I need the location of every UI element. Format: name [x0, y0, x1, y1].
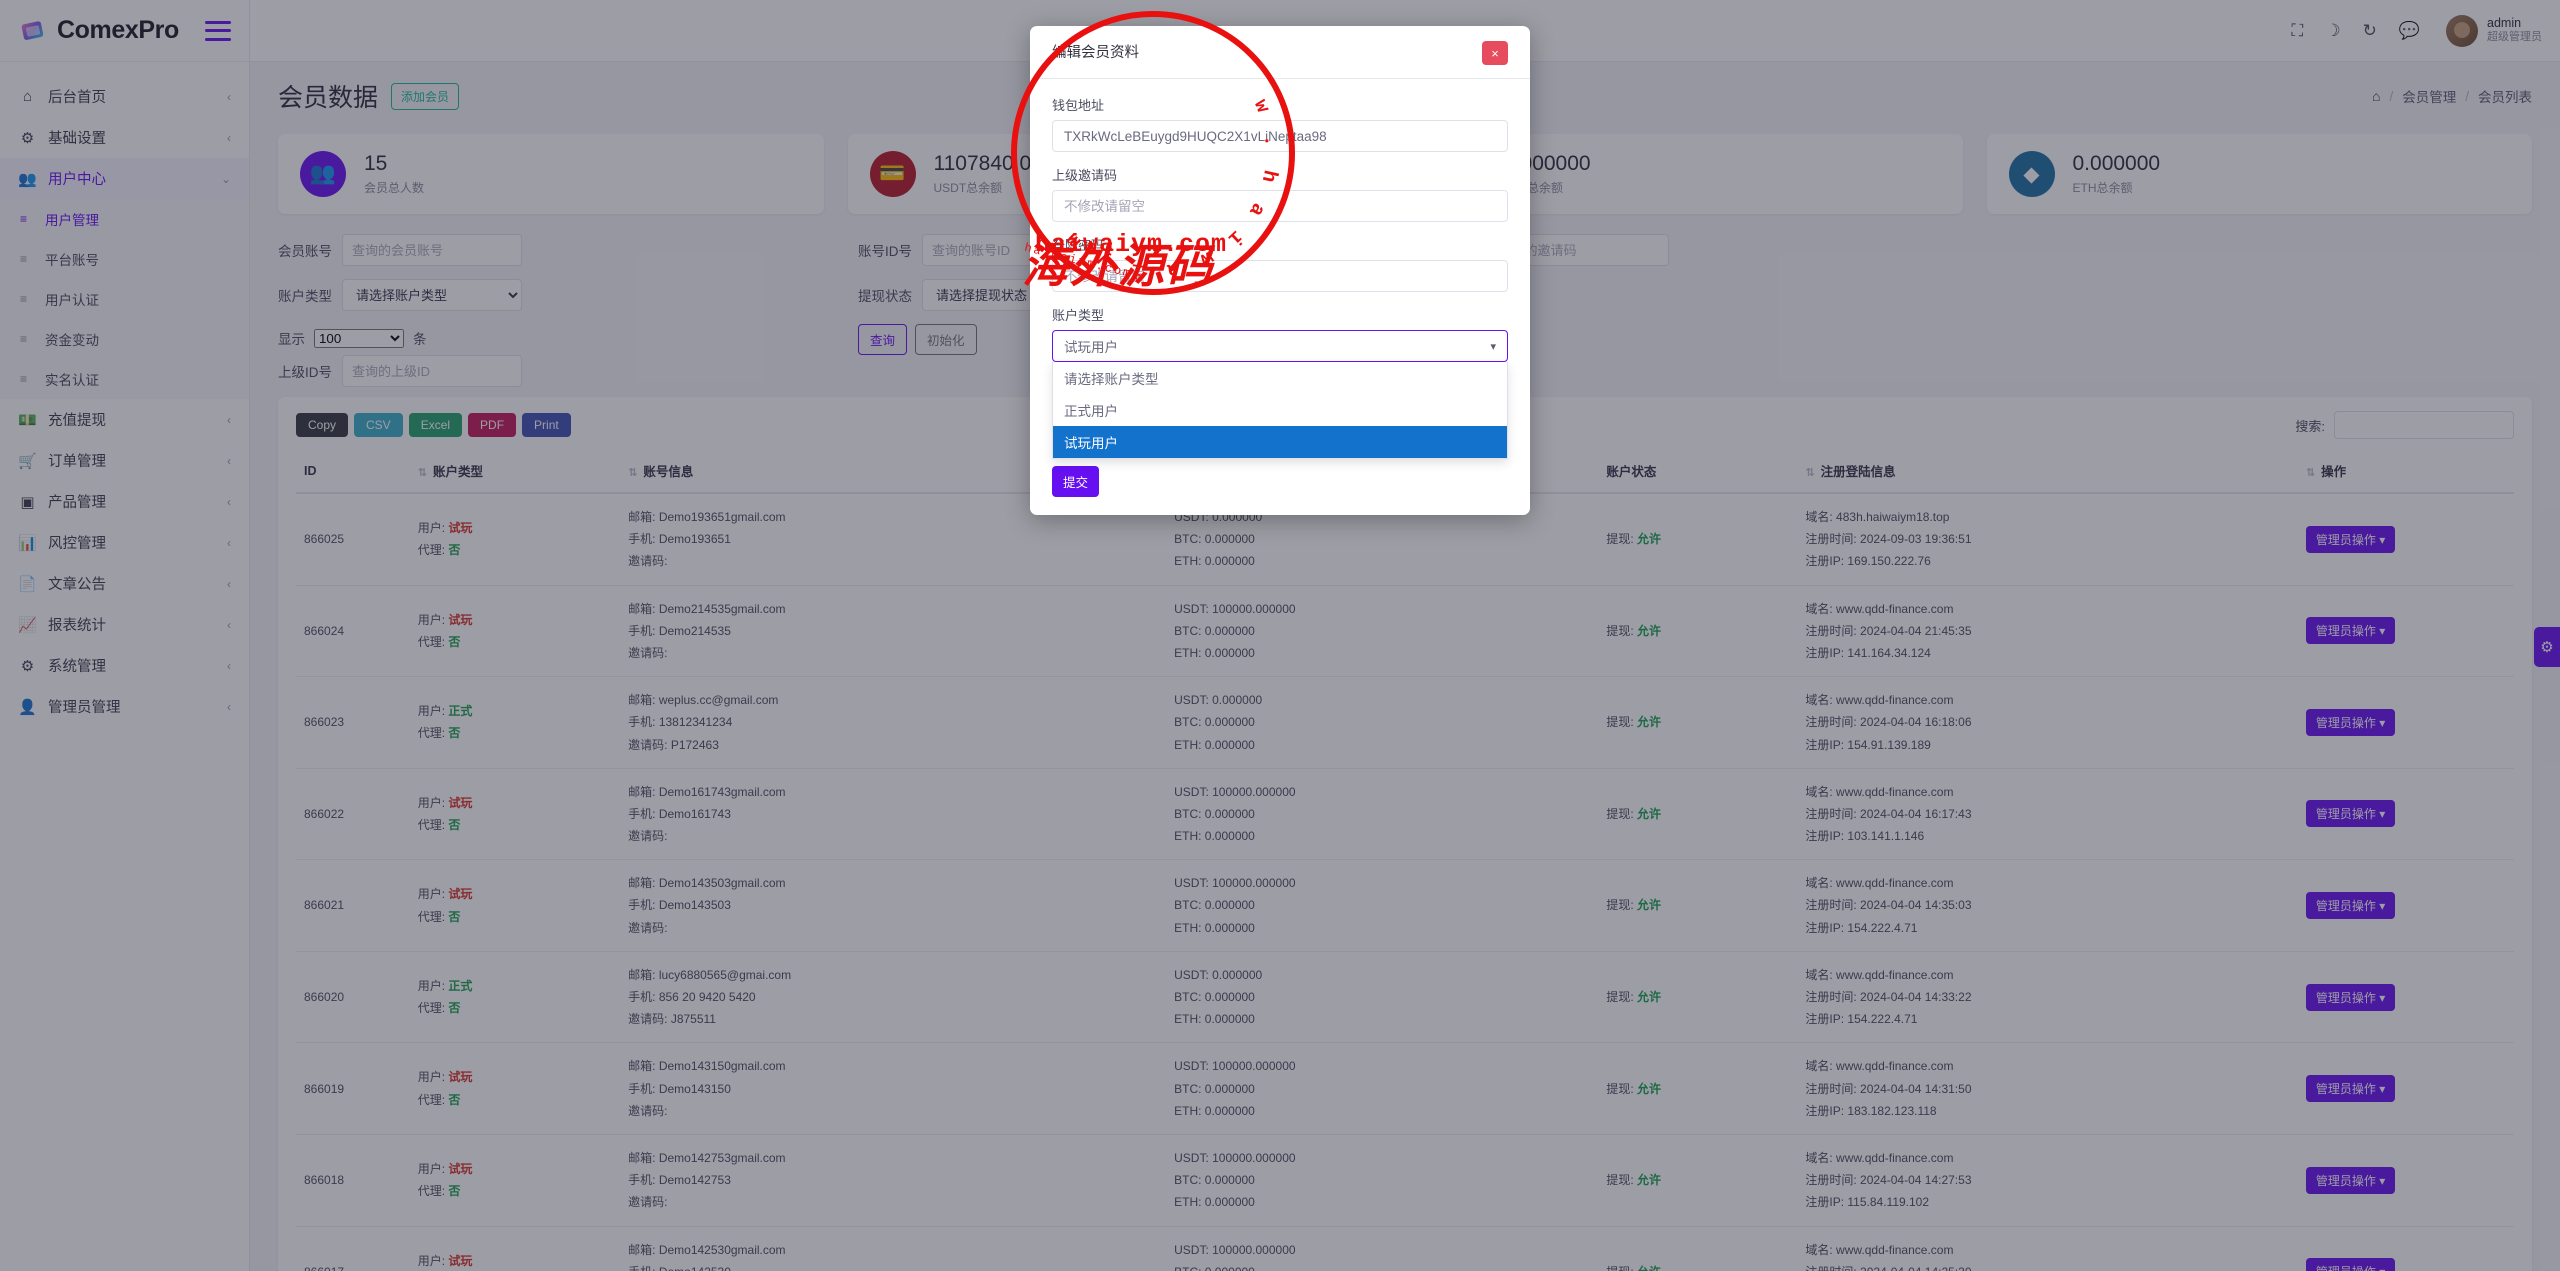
- login-password-input[interactable]: [1052, 260, 1508, 292]
- field-label: 登陆密码: [1052, 238, 1105, 253]
- parent-invite-code-input[interactable]: [1052, 190, 1508, 222]
- field-label: 钱包地址: [1052, 98, 1105, 113]
- close-icon[interactable]: ×: [1482, 41, 1508, 65]
- modal-body: 钱包地址 上级邀请码 登陆密码 账户类型 试玩用户 ▾ 请选择账户类型 正式用户…: [1030, 79, 1530, 460]
- account-type-option-placeholder[interactable]: 请选择账户类型: [1053, 362, 1507, 394]
- chevron-down-icon: ▾: [1490, 340, 1496, 353]
- account-type-options-list: 请选择账户类型 正式用户 试玩用户: [1052, 362, 1508, 459]
- field-parent-invite-code: 上级邀请码: [1052, 165, 1508, 222]
- modal-header: 编辑会员资料 ×: [1030, 26, 1530, 79]
- edit-member-modal: 编辑会员资料 × 钱包地址 上级邀请码 登陆密码 账户类型 试玩用户 ▾ 请选择…: [1030, 26, 1530, 515]
- wallet-address-input[interactable]: [1052, 120, 1508, 152]
- field-account-type: 账户类型 试玩用户 ▾ 请选择账户类型 正式用户 试玩用户: [1052, 305, 1508, 459]
- field-label: 账户类型: [1052, 308, 1105, 323]
- account-type-selected-value: 试玩用户: [1064, 340, 1118, 355]
- account-type-select-button[interactable]: 试玩用户 ▾: [1052, 330, 1508, 362]
- account-type-option-formal[interactable]: 正式用户: [1053, 394, 1507, 426]
- modal-footer: 提交: [1030, 460, 1530, 515]
- account-type-option-trial[interactable]: 试玩用户: [1053, 426, 1507, 458]
- field-label: 上级邀请码: [1052, 168, 1118, 183]
- field-wallet-address: 钱包地址: [1052, 95, 1508, 152]
- field-login-password: 登陆密码: [1052, 235, 1508, 292]
- submit-button[interactable]: 提交: [1052, 466, 1100, 497]
- modal-title: 编辑会员资料: [1052, 45, 1139, 61]
- account-type-dropdown: 试玩用户 ▾ 请选择账户类型 正式用户 试玩用户: [1052, 330, 1508, 459]
